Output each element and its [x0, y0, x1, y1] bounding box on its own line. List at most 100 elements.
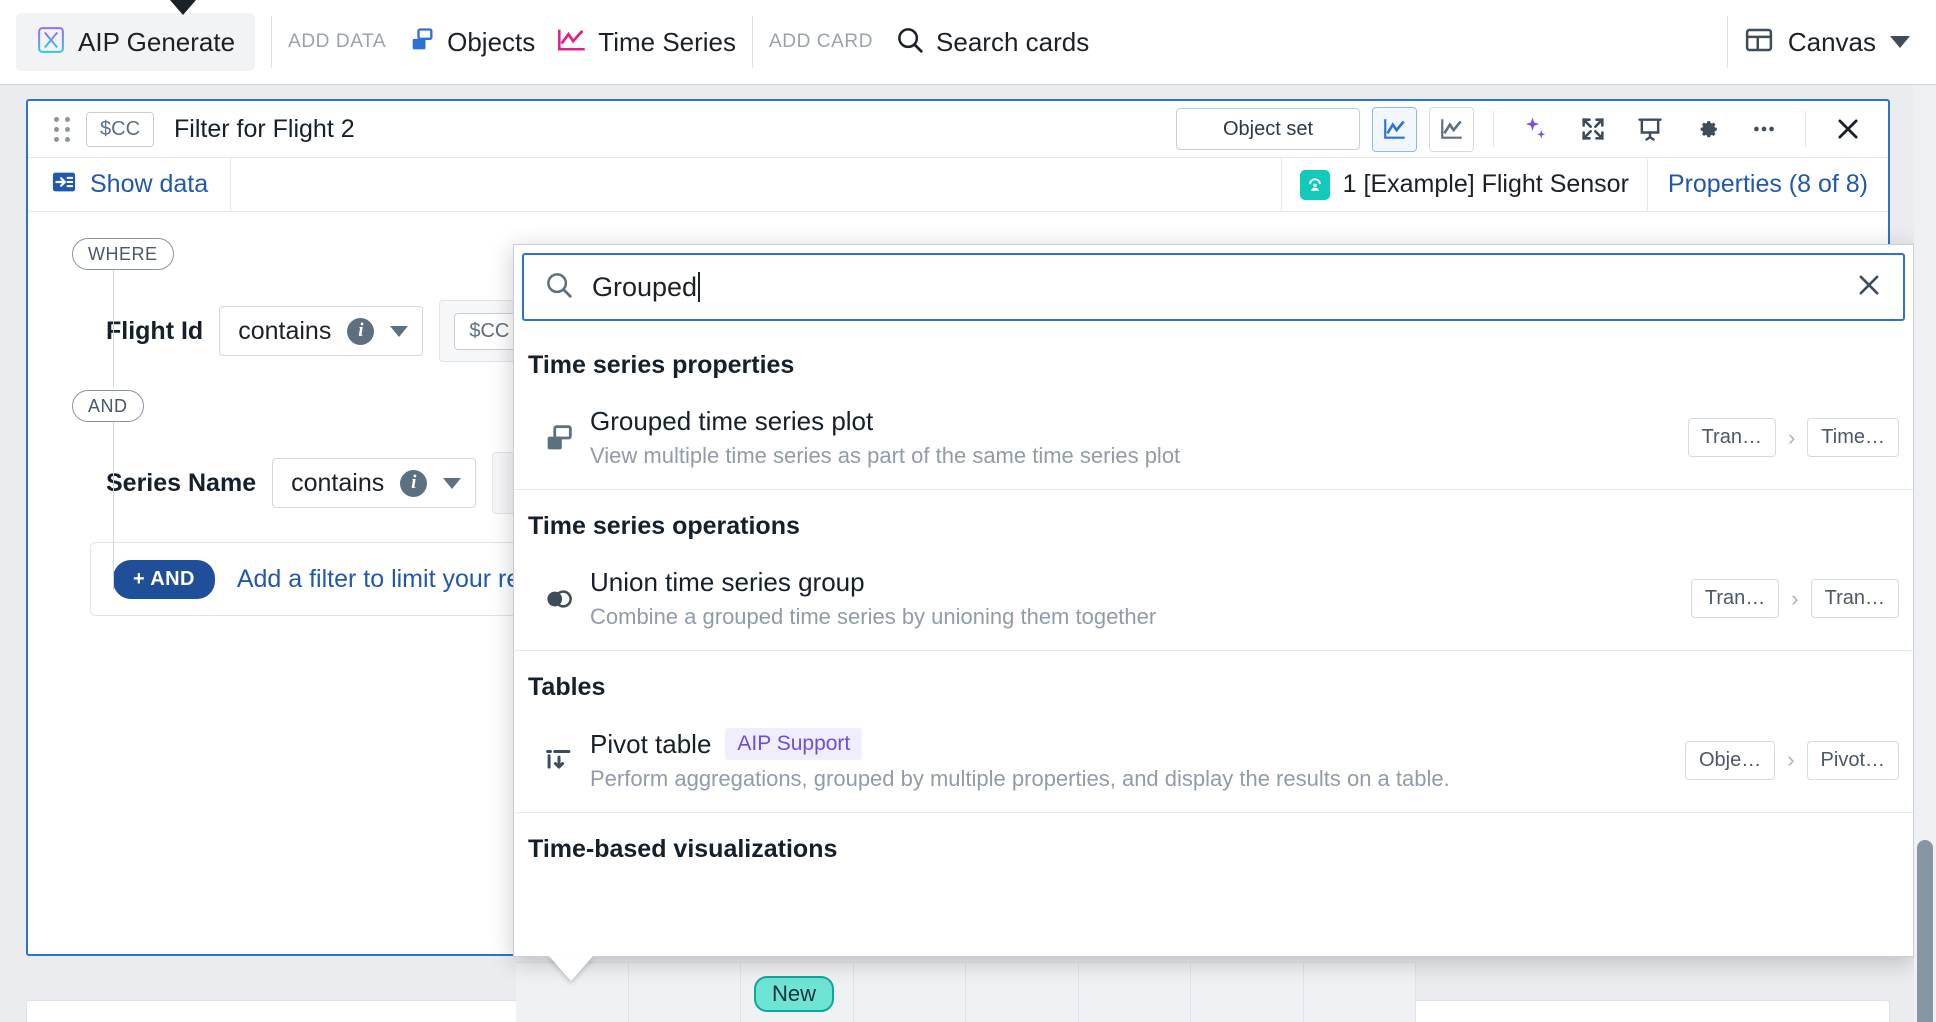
more-options-icon[interactable] [1741, 107, 1786, 152]
search-cards-button[interactable]: Search cards [895, 25, 1089, 60]
info-icon[interactable]: i [347, 317, 375, 345]
next-section-title: Time-based visualizations [528, 835, 838, 863]
result-tag-source[interactable]: Tran… [1690, 579, 1780, 618]
grid-cell [966, 962, 1079, 1022]
search-result-text: Pivot table AIP Support Perform aggregat… [590, 728, 1665, 792]
filter-operator-select-1[interactable]: contains i [219, 306, 424, 356]
canvas-mode-button[interactable]: Canvas [1744, 25, 1936, 60]
search-result-item[interactable]: Pivot table AIP Support Perform aggregat… [514, 716, 1913, 813]
show-data-icon [50, 168, 78, 201]
object-set-button[interactable]: Object set [1176, 108, 1360, 150]
chart-view-button[interactable] [1372, 106, 1417, 152]
page-scrollbar-thumb[interactable] [1917, 840, 1933, 1022]
result-tag-source[interactable]: Obje… [1684, 740, 1776, 780]
show-data-button[interactable]: Show data [28, 158, 232, 211]
card-subheader: Show data 1 [Example] Flight Sensor Prop… [28, 158, 1888, 212]
add-card-label: ADD CARD [769, 31, 874, 52]
chevron-right-icon: › [1787, 747, 1795, 772]
card-search-popover: Grouped Time series properties Grouped t… [513, 244, 1914, 957]
popover-search-value-wrap: Grouped [592, 272, 701, 303]
filter-rail-2 [113, 420, 114, 590]
search-result-text: Union time series group Combine a groupe… [590, 567, 1671, 630]
popover-results-list[interactable]: Time series properties Grouped time seri… [514, 329, 1913, 956]
info-icon[interactable]: i [400, 469, 428, 497]
toolbar-divider-1 [271, 16, 273, 68]
time-series-button[interactable]: Time Series [557, 26, 736, 59]
grid-cell [1078, 962, 1191, 1022]
properties-tab-label: Properties (8 of 8) [1667, 170, 1868, 198]
card-header-divider-2 [1805, 111, 1806, 147]
canvas-label: Canvas [1787, 26, 1876, 57]
search-cards-label: Search cards [936, 26, 1090, 57]
add-card-group: ADD CARD Search cards [769, 25, 1089, 60]
search-result-item[interactable]: Grouped time series plot View multiple t… [514, 394, 1913, 490]
chevron-down-icon[interactable] [1890, 36, 1910, 48]
toolbar-divider-2 [752, 16, 754, 68]
flight-sensor-chip[interactable]: 1 [Example] Flight Sensor [1280, 158, 1647, 211]
chevron-right-icon: › [1787, 424, 1796, 450]
objects-label: Objects [447, 26, 536, 57]
filter-operator-select-2[interactable]: contains i [272, 458, 477, 508]
and-keyword: AND [72, 390, 144, 422]
filter-rail-1 [113, 264, 114, 388]
search-result-title: Union time series group [590, 567, 865, 597]
card-subheader-right: 1 [Example] Flight Sensor Properties (8 … [1280, 158, 1888, 211]
add-data-label: ADD DATA [288, 31, 387, 52]
chevron-right-icon: › [1791, 585, 1799, 611]
result-section-title: Tables [528, 673, 606, 701]
result-section-title: Time series properties [528, 351, 795, 379]
objects-icon [408, 26, 436, 59]
top-toolbar: AIP Generate ADD DATA Objects Time Serie… [0, 0, 1936, 85]
search-result-item[interactable]: Union time series group Combine a groupe… [514, 555, 1913, 651]
search-result-tags: Tran… › Time… [1668, 418, 1899, 457]
search-result-title: Pivot table [590, 728, 712, 759]
presentation-button[interactable] [1627, 107, 1672, 152]
where-keyword: WHERE [72, 238, 174, 270]
card-title: Filter for Flight 2 [174, 114, 355, 143]
properties-tab[interactable]: Properties (8 of 8) [1646, 158, 1888, 211]
search-icon [895, 25, 925, 60]
card-header-actions: Object set [1176, 106, 1874, 152]
grid-cell [1191, 962, 1304, 1022]
result-tag-source[interactable]: Tran… [1687, 418, 1776, 457]
filter-operator-label-1: contains [238, 316, 332, 345]
search-result-title: Grouped time series plot [590, 406, 874, 436]
result-tag-target[interactable]: Pivot… [1806, 740, 1899, 780]
chart-alt-view-button[interactable] [1429, 106, 1474, 152]
toolbar-right: Canvas [1711, 16, 1936, 68]
popover-search-field[interactable]: Grouped [522, 253, 1905, 321]
ai-sparkle-button[interactable] [1513, 107, 1558, 152]
popover-pointer-arrow [548, 955, 594, 981]
filter-field-label-1: Flight Id [106, 316, 204, 345]
gear-icon[interactable] [1684, 107, 1729, 152]
result-tag-target[interactable]: Time… [1807, 418, 1899, 457]
add-data-group: ADD DATA Objects Time Series [288, 26, 736, 59]
grid-cell [628, 962, 741, 1022]
objects-button[interactable]: Objects [408, 26, 535, 59]
chevron-down-icon[interactable] [443, 477, 462, 489]
drag-handle-icon[interactable] [54, 116, 70, 142]
stacked-cards-icon [528, 421, 590, 455]
search-result-tags: Tran… › Tran… [1671, 579, 1899, 618]
result-tag-target[interactable]: Tran… [1810, 579, 1899, 618]
chevron-down-icon[interactable] [390, 325, 409, 337]
search-result-title-line: Pivot table AIP Support [590, 728, 1665, 760]
aip-support-badge: AIP Support [725, 728, 863, 760]
clear-search-icon[interactable] [1855, 271, 1883, 304]
add-and-badge: + AND [113, 559, 215, 599]
search-result-title-line: Grouped time series plot [590, 406, 1668, 437]
toolbar-divider-3 [1726, 16, 1728, 68]
new-badge: New [754, 976, 835, 1012]
filter-operator-label-2: contains [291, 468, 385, 497]
expand-fullscreen-button[interactable] [1570, 107, 1615, 152]
card-variable-chip[interactable]: $CC [86, 111, 155, 147]
close-icon[interactable] [1825, 107, 1870, 152]
search-result-tags: Obje… › Pivot… [1665, 740, 1899, 780]
aip-generate-button[interactable]: AIP Generate [16, 13, 256, 71]
grid-cell [853, 962, 966, 1022]
filter-field-label-2: Series Name [106, 468, 257, 497]
search-result-text: Grouped time series plot View multiple t… [590, 406, 1668, 469]
search-result-description: Perform aggregations, grouped by multipl… [590, 766, 1450, 791]
show-data-label: Show data [90, 170, 209, 198]
page-scrollbar[interactable] [1914, 86, 1936, 1022]
